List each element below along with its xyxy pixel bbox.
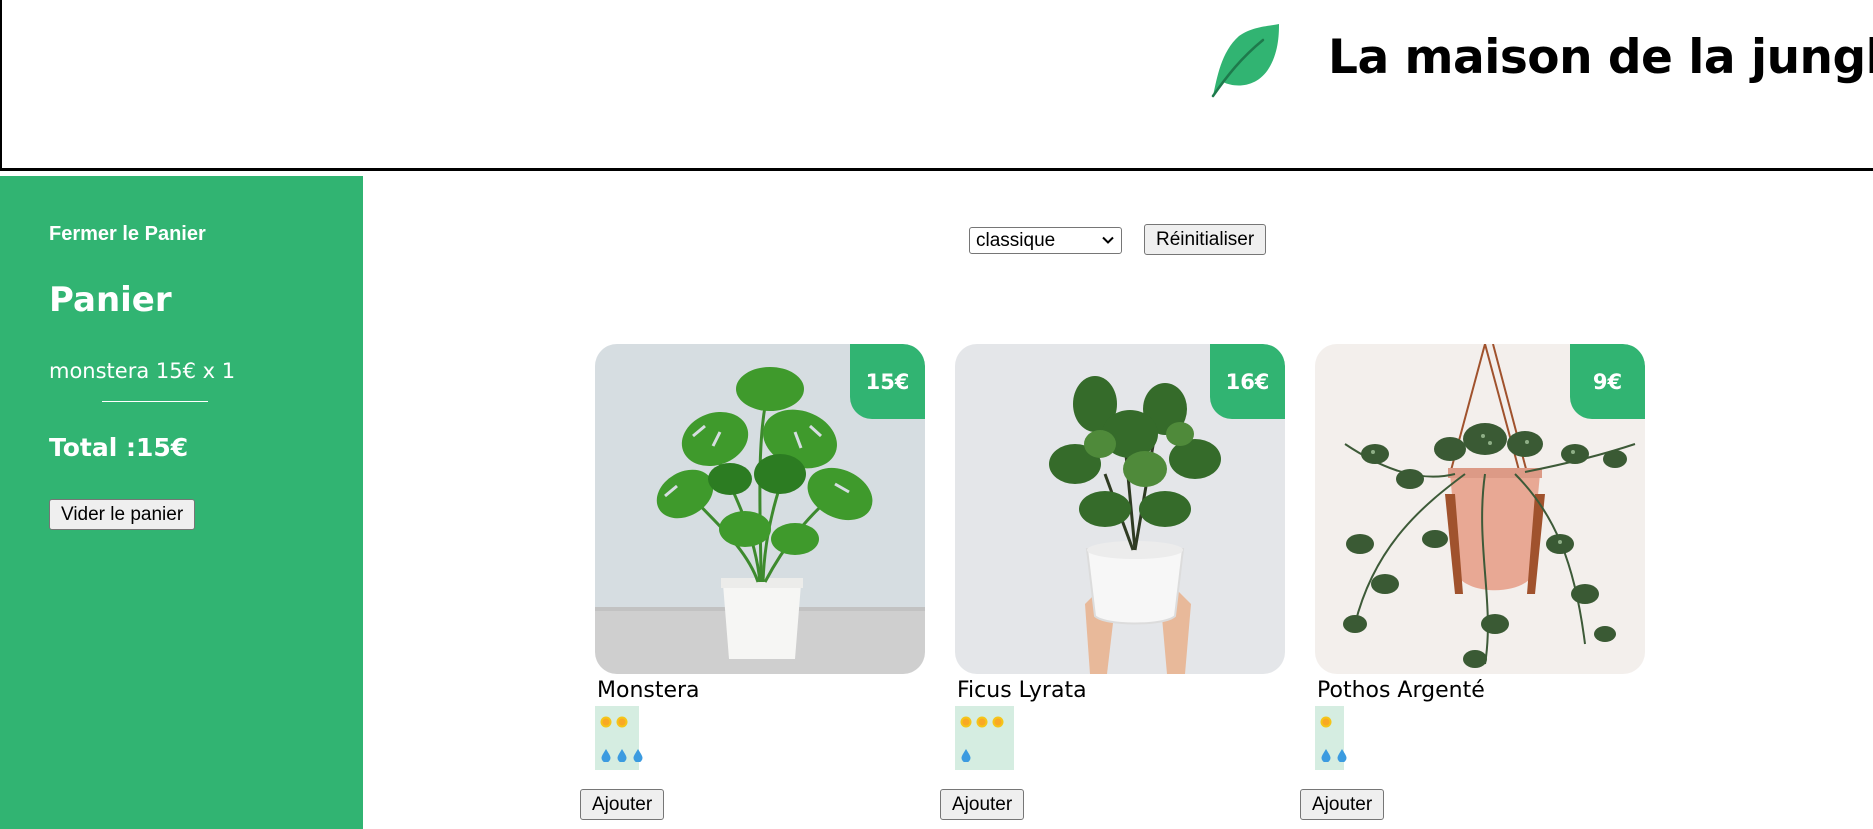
sun-icon bbox=[976, 716, 988, 728]
price-badge: 16€ bbox=[1210, 344, 1285, 419]
cart-panel: Fermer le Panier Panier monstera 15€ x 1… bbox=[0, 176, 363, 829]
sun-icon bbox=[616, 716, 628, 728]
empty-cart-button[interactable]: Vider le panier bbox=[49, 499, 196, 530]
water-drop-icon bbox=[601, 749, 611, 762]
sun-icon bbox=[960, 716, 972, 728]
care-scale bbox=[595, 706, 643, 770]
category-select[interactable]: classique bbox=[969, 227, 1122, 254]
light-scale bbox=[959, 715, 1005, 729]
leaf-icon bbox=[1211, 24, 1279, 98]
cart-total: Total :15€ bbox=[49, 433, 189, 462]
water-scale bbox=[599, 748, 645, 762]
add-to-cart-button[interactable]: Ajouter bbox=[580, 789, 665, 820]
water-drop-icon bbox=[1321, 749, 1331, 762]
category-select-value: classique bbox=[976, 230, 1056, 251]
water-drop-icon bbox=[633, 749, 643, 762]
site-title: La maison de la jungle bbox=[1328, 30, 1873, 85]
plant-name: Ficus Lyrata bbox=[957, 678, 1087, 703]
header-banner: La maison de la jungle bbox=[0, 0, 1873, 171]
reset-button[interactable]: Réinitialiser bbox=[1144, 224, 1267, 255]
plant-name: Monstera bbox=[597, 678, 700, 703]
chevron-down-icon bbox=[1102, 236, 1114, 244]
add-to-cart-button[interactable]: Ajouter bbox=[1300, 789, 1385, 820]
water-scale bbox=[1319, 748, 1349, 762]
water-drop-icon bbox=[1337, 749, 1347, 762]
close-cart-button[interactable]: Fermer le Panier bbox=[49, 223, 206, 246]
plant-name: Pothos Argenté bbox=[1317, 678, 1485, 703]
care-scale bbox=[955, 706, 1014, 770]
plant-photo-monstera[interactable]: 15€ bbox=[595, 344, 925, 674]
plant-card-pothos-argente: 9€ Pothos Argenté Ajouter bbox=[1300, 344, 1645, 820]
cart-divider bbox=[102, 401, 208, 402]
sun-icon bbox=[600, 716, 612, 728]
cart-item: monstera 15€ x 1 bbox=[49, 359, 236, 383]
sun-icon bbox=[992, 716, 1004, 728]
water-scale bbox=[959, 748, 973, 762]
sun-icon bbox=[1320, 716, 1332, 728]
plant-photo-ficus-lyrata[interactable]: 16€ bbox=[955, 344, 1285, 674]
water-drop-icon bbox=[961, 749, 971, 762]
add-to-cart-button[interactable]: Ajouter bbox=[940, 789, 1025, 820]
price-badge: 9€ bbox=[1570, 344, 1645, 419]
plant-card-monstera: 15€ Monstera Ajouter bbox=[580, 344, 925, 820]
water-drop-icon bbox=[617, 749, 627, 762]
plant-card-ficus-lyrata: 16€ Ficus Lyrata Ajouter bbox=[940, 344, 1285, 820]
cart-title: Panier bbox=[49, 280, 172, 320]
care-scale bbox=[1315, 706, 1347, 770]
light-scale bbox=[599, 715, 629, 729]
price-badge: 15€ bbox=[850, 344, 925, 419]
plant-photo-pothos-argente[interactable]: 9€ bbox=[1315, 344, 1645, 674]
light-scale bbox=[1319, 715, 1333, 729]
